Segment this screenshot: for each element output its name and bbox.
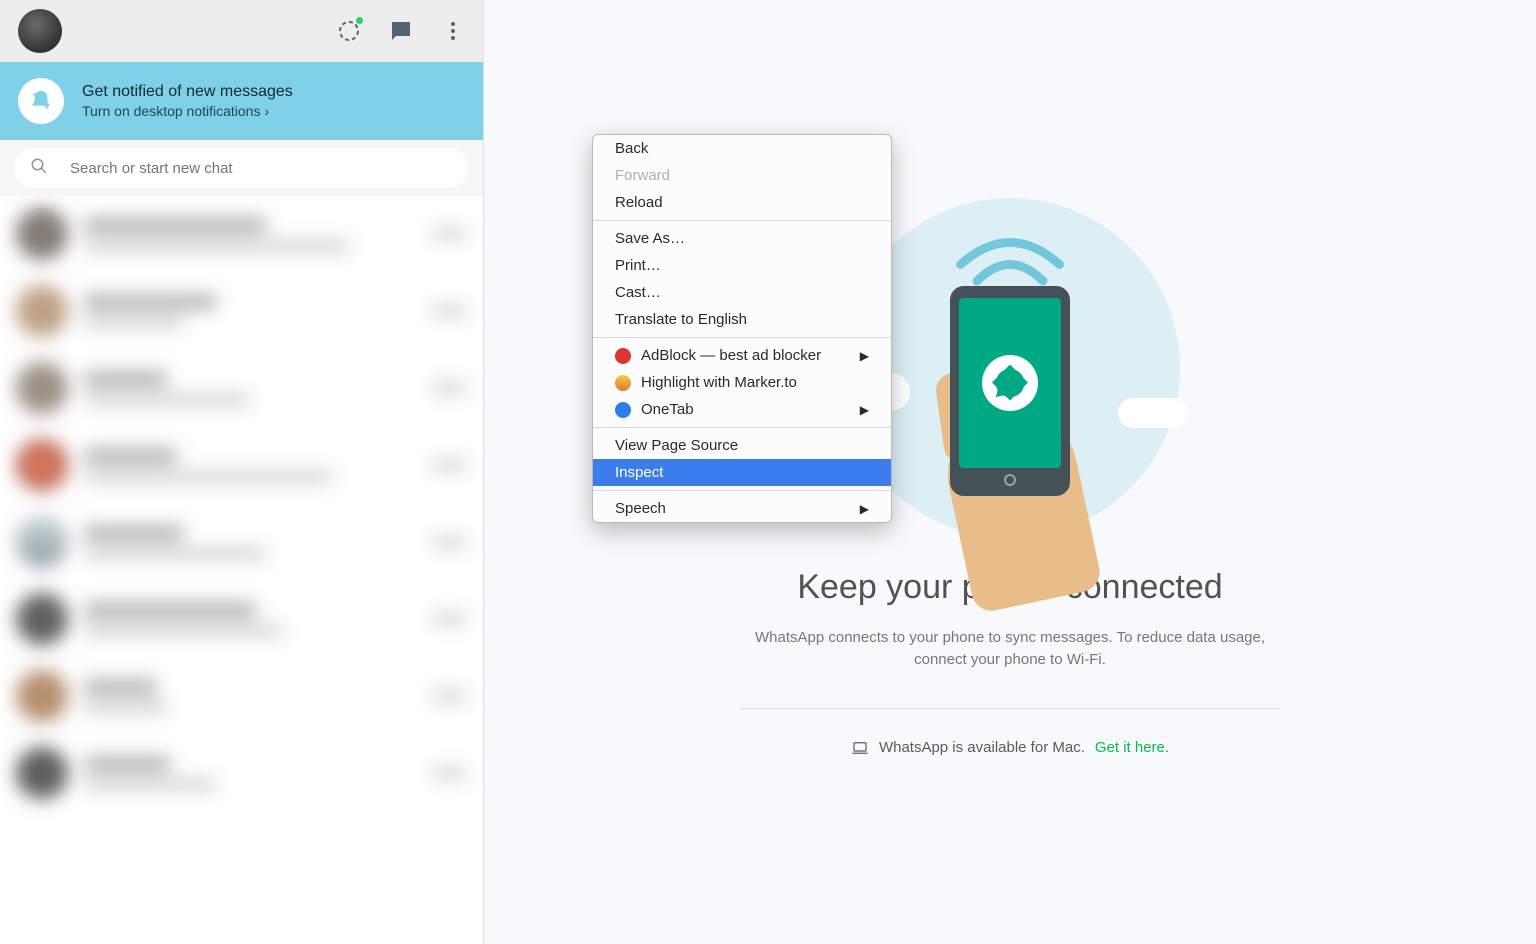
chat-item[interactable] [0,427,483,504]
marker-icon [615,375,631,391]
ctx-save-as[interactable]: Save As… [593,225,891,252]
search-input[interactable] [70,160,453,177]
new-chat-icon[interactable] [389,19,413,43]
menu-icon[interactable] [441,19,465,43]
phone-illustration [950,286,1070,496]
chat-item[interactable] [0,504,483,581]
context-menu: Back Forward Reload Save As… Print… Cast… [592,134,892,523]
ctx-forward: Forward [593,162,891,189]
ctx-reload[interactable]: Reload [593,189,891,216]
ctx-speech[interactable]: Speech▶ [593,495,891,522]
search-icon [30,157,48,180]
onetab-icon [615,402,631,418]
sidebar-header [0,0,483,62]
ctx-highlight[interactable]: Highlight with Marker.to [593,369,891,396]
ctx-translate[interactable]: Translate to English [593,306,891,333]
ctx-inspect[interactable]: Inspect [593,459,891,486]
ctx-cast[interactable]: Cast… [593,279,891,306]
chat-sidebar: Get notified of new messages Turn on des… [0,0,484,944]
chat-item[interactable] [0,735,483,812]
whatsapp-logo-icon [982,355,1038,411]
chat-item[interactable] [0,581,483,658]
chat-item[interactable] [0,196,483,273]
ctx-print[interactable]: Print… [593,252,891,279]
chat-list[interactable] [0,196,483,944]
ctx-back[interactable]: Back [593,135,891,162]
chat-item[interactable] [0,350,483,427]
main-description: WhatsApp connects to your phone to sync … [750,627,1270,672]
laptop-icon [851,739,869,757]
chat-item[interactable] [0,658,483,735]
notification-banner[interactable]: Get notified of new messages Turn on des… [0,62,483,140]
notif-subtitle: Turn on desktop notifications › [82,103,293,119]
search-bar [0,140,483,196]
notif-title: Get notified of new messages [82,83,293,101]
chat-item[interactable] [0,273,483,350]
status-icon[interactable] [337,19,361,43]
ctx-adblock[interactable]: AdBlock — best ad blocker▶ [593,342,891,369]
ctx-view-source[interactable]: View Page Source [593,432,891,459]
ctx-onetab[interactable]: OneTab▶ [593,396,891,423]
mac-text: WhatsApp is available for Mac. [879,739,1085,756]
mac-download-link[interactable]: Get it here. [1095,739,1169,756]
adblock-icon [615,348,631,364]
bell-slash-icon [18,78,64,124]
divider [740,708,1280,709]
profile-avatar[interactable] [18,9,62,53]
